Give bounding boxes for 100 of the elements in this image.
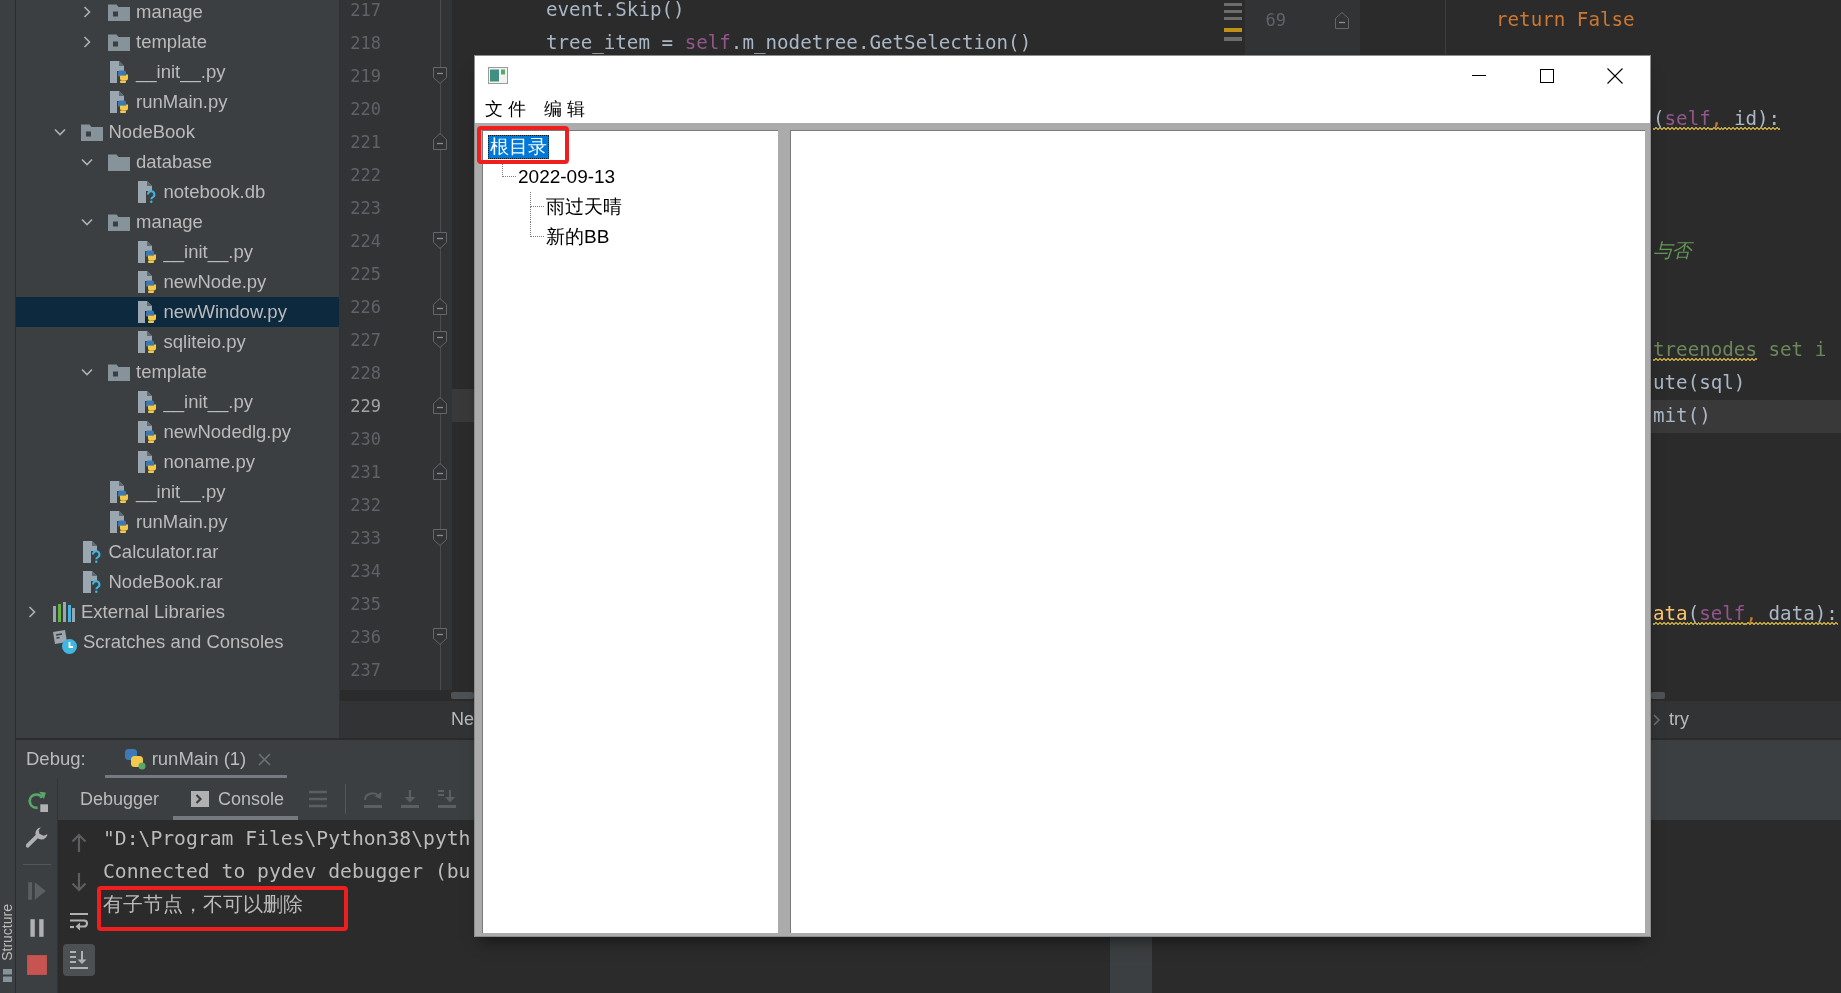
rerun-icon[interactable] xyxy=(25,790,48,812)
tree-item[interactable]: __init__.py xyxy=(16,477,339,507)
code-line: (self, id): xyxy=(1653,109,1781,129)
package-folder-icon xyxy=(108,33,130,51)
tree-item[interactable]: template xyxy=(16,357,339,387)
scroll-to-end-button[interactable] xyxy=(63,944,95,976)
error-stripe-drawing xyxy=(1224,3,1242,41)
tree-item[interactable]: newNode.py xyxy=(16,267,339,297)
fold-start-icon[interactable] xyxy=(433,331,447,348)
python-file-icon xyxy=(108,511,130,533)
line-number: 229 xyxy=(349,395,381,416)
package-folder-icon xyxy=(108,3,130,21)
tree-item[interactable]: 根目录 xyxy=(488,134,549,160)
python-file-icon xyxy=(135,271,158,293)
scrollbar-thumb[interactable] xyxy=(1651,692,1665,699)
fold-end-icon[interactable] xyxy=(433,133,447,150)
tree-item[interactable]: External Libraries xyxy=(16,597,339,627)
tree-item[interactable]: 新的BB xyxy=(544,224,612,250)
breadcrumb[interactable]: Ne xyxy=(451,709,474,730)
code-line: return False xyxy=(1496,10,1635,30)
package-folder-icon xyxy=(108,363,130,381)
tree-item[interactable]: newWindow.py xyxy=(16,297,339,327)
tree-item[interactable]: __init__.py xyxy=(16,387,339,417)
console-line: "D:\Program Files\Python38\pyth xyxy=(103,826,471,851)
chevron-right-icon xyxy=(1653,713,1660,726)
tree-item[interactable]: NodeBook.rar xyxy=(16,567,339,597)
tree-item[interactable]: __init__.py xyxy=(16,237,339,267)
chevron-down-icon[interactable] xyxy=(81,366,93,378)
fold-start-icon[interactable] xyxy=(433,529,447,546)
fold-end-icon[interactable] xyxy=(433,397,447,414)
tree-item[interactable]: runMain.py xyxy=(16,87,339,117)
stop-icon[interactable] xyxy=(25,954,48,976)
python-file-icon xyxy=(135,331,158,353)
fold-start-icon[interactable] xyxy=(433,232,447,249)
python-icon xyxy=(123,748,146,770)
fold-end-icon[interactable] xyxy=(433,298,447,315)
chevron-down-icon[interactable] xyxy=(53,126,66,138)
tree-item[interactable]: manage xyxy=(16,207,339,237)
code-line: mit() xyxy=(1653,406,1711,426)
structure-tab[interactable]: Structure xyxy=(0,904,15,961)
close-icon xyxy=(1607,67,1623,84)
tree-item[interactable]: noname.py xyxy=(16,447,339,477)
menu-item[interactable]: 编 辑 xyxy=(544,97,586,121)
scrollbar-thumb[interactable] xyxy=(451,692,474,699)
tree-item[interactable]: 2022-09-13 xyxy=(516,164,618,190)
tree-item[interactable]: newNodedlg.py xyxy=(16,417,339,447)
python-file-icon xyxy=(108,481,130,503)
tree-item[interactable]: NodeBook xyxy=(16,117,339,147)
console-line: 有子节点，不可以删除 xyxy=(103,892,303,917)
python-file-icon xyxy=(135,421,158,443)
minimize-icon xyxy=(1472,75,1486,76)
tree-item[interactable]: runMain.py xyxy=(16,507,339,537)
unknown-file-icon xyxy=(135,181,158,203)
unknown-file-icon xyxy=(80,571,103,593)
scratches-icon xyxy=(53,630,77,654)
fold-start-icon[interactable] xyxy=(433,67,447,84)
tree-item[interactable]: Scratches and Consoles xyxy=(16,627,339,657)
chevron-right-icon[interactable] xyxy=(26,606,38,618)
chevron-down-icon[interactable] xyxy=(81,156,93,168)
tree-item[interactable]: __init__.py xyxy=(16,57,339,87)
python-file-icon xyxy=(135,451,158,473)
code-line: ata(self, data): xyxy=(1653,604,1838,624)
python-file-icon xyxy=(108,61,130,83)
python-file-icon xyxy=(108,91,130,113)
tree-item[interactable]: manage xyxy=(16,0,339,27)
tree-item[interactable]: sqliteio.py xyxy=(16,327,339,357)
fold-start-icon[interactable] xyxy=(433,628,447,645)
console-line: Connected to pydev debugger (bu xyxy=(103,859,471,884)
close-icon[interactable] xyxy=(258,752,272,766)
unknown-file-icon xyxy=(80,541,103,563)
code-line: ute(sql) xyxy=(1653,373,1746,393)
code-line: tree_item = self.m_nodetree.GetSelection() xyxy=(546,32,1032,53)
breadcrumb[interactable]: try xyxy=(1669,709,1689,730)
wrench-icon[interactable] xyxy=(25,827,48,849)
menu-item[interactable]: 文 件 xyxy=(485,97,526,121)
tree-item[interactable]: database xyxy=(16,147,339,177)
code-line: treenodes set i xyxy=(1653,340,1827,360)
libraries-icon xyxy=(53,602,75,622)
tree-item[interactable]: 雨过天晴 xyxy=(544,194,624,220)
folder-icon xyxy=(108,153,130,171)
code-line: event.Skip() xyxy=(546,0,685,20)
tree-item[interactable]: notebook.db xyxy=(16,177,339,207)
python-file-icon xyxy=(135,301,158,323)
chevron-right-icon[interactable] xyxy=(81,36,93,48)
python-file-icon xyxy=(135,391,158,413)
tree-item[interactable]: Calculator.rar xyxy=(16,537,339,567)
app-icon xyxy=(488,67,508,84)
chevron-right-icon[interactable] xyxy=(81,6,93,18)
package-folder-icon xyxy=(108,213,130,231)
squares-icon xyxy=(3,969,12,982)
tool-window-title: Debug: xyxy=(26,748,86,770)
python-file-icon xyxy=(135,241,158,263)
maximize-icon xyxy=(1540,68,1554,83)
tree-item[interactable]: template xyxy=(16,27,339,57)
fold-end-icon[interactable] xyxy=(1335,11,1349,29)
package-folder-icon xyxy=(80,123,103,141)
chevron-down-icon[interactable] xyxy=(81,216,93,228)
view-tab[interactable]: Debugger xyxy=(62,778,174,820)
console-icon xyxy=(191,791,210,807)
fold-end-icon[interactable] xyxy=(433,463,447,480)
